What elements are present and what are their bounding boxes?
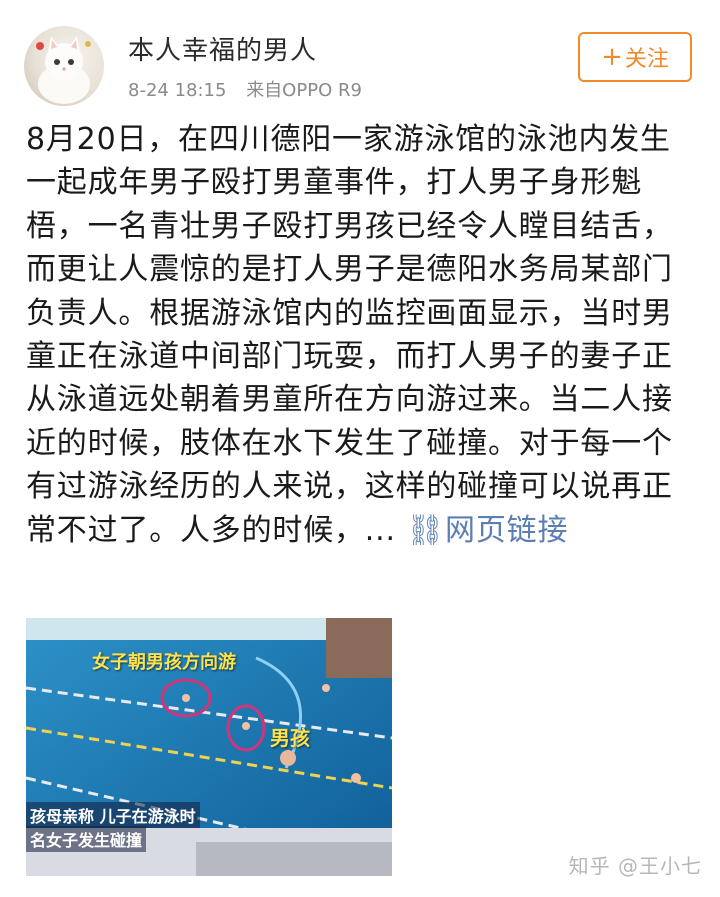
follow-button-label: 关注 [624, 47, 669, 72]
zhihu-watermark: 知乎 @王小七 [568, 854, 702, 878]
author-name[interactable]: 本人幸福的男人 [128, 30, 317, 67]
video-caption-top: 女子朝男孩方向游 [92, 652, 236, 673]
post-meta: 8-24 18:15 来自OPPO R9 [128, 76, 362, 102]
video-thumbnail[interactable]: 女子朝男孩方向游 男孩 孩母亲称 儿子在游泳时 名女子发生碰撞 [26, 618, 392, 876]
web-link-label: 网页链接 [445, 512, 569, 548]
video-subtitle-line1: 孩母亲称 儿子在游泳时 [26, 802, 200, 828]
plus-icon: + [601, 42, 623, 72]
web-link[interactable]: ⛓网页链接 [406, 513, 568, 548]
avatar[interactable] [24, 26, 104, 106]
post-body-text: 8月20日，在四川德阳一家游泳馆的泳池内发生一起成年男子殴打男童事件，打人男子身… [26, 122, 673, 548]
follow-button[interactable]: + 关注 [578, 32, 692, 82]
video-subtitle-line2: 名女子发生碰撞 [26, 826, 147, 852]
post-timestamp: 8-24 18:15 [128, 80, 227, 101]
cat-avatar-image [36, 36, 91, 104]
video-caption-boy: 男孩 [270, 726, 310, 750]
post-body: 8月20日，在四川德阳一家游泳馆的泳池内发生一起成年男子殴打男童事件，打人男子身… [26, 118, 696, 552]
post-source: 来自OPPO R9 [246, 80, 362, 101]
link-icon: ⛓ [406, 512, 446, 548]
